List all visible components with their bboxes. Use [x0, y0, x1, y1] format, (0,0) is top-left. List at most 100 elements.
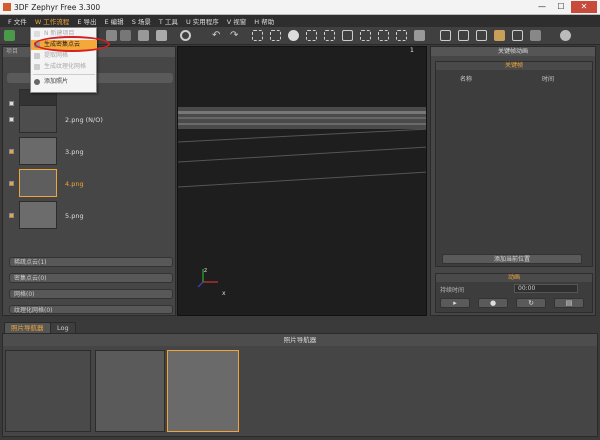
image-row-2[interactable]: 2.png (N/O) — [9, 105, 169, 135]
undo-icon[interactable]: ↶ — [212, 30, 223, 41]
ruler-icon[interactable] — [494, 30, 505, 41]
invert-selection-icon[interactable] — [288, 30, 299, 41]
animation-box: 动画 持续时间 00:00 ▸ ● ↻ ▤ — [435, 273, 593, 313]
refresh-icon[interactable] — [180, 30, 191, 41]
window-title: 3DF Zephyr Free 3.300 — [14, 2, 101, 12]
image-checkbox[interactable] — [9, 117, 14, 122]
image-thumbnail — [19, 137, 57, 165]
loop-button[interactable]: ↻ — [516, 298, 546, 308]
menu-divider — [33, 74, 95, 75]
mesh-icon[interactable] — [138, 30, 149, 41]
viewport-canvas[interactable] — [178, 47, 427, 316]
mask-icon[interactable] — [560, 30, 571, 41]
camera-icon[interactable] — [156, 30, 167, 41]
minimize-button[interactable]: — — [533, 1, 551, 13]
image-checkbox[interactable] — [9, 149, 14, 154]
menu-extract-mesh[interactable]: 提取网格 — [31, 51, 97, 61]
select-mode-icon[interactable] — [360, 30, 371, 41]
animation-header: 动画 — [436, 274, 592, 282]
keyframes-box: 关键帧 名称 时间 添加当前位置 — [435, 61, 593, 267]
grid-line — [178, 128, 426, 143]
image-thumbnail — [19, 105, 57, 133]
grid-icon[interactable] — [458, 30, 469, 41]
deselect-icon[interactable] — [324, 30, 335, 41]
cube-icon[interactable] — [106, 30, 117, 41]
keyframe-panel-title: 关键帧动画 — [431, 47, 595, 56]
menu-view[interactable]: V 视窗 — [223, 16, 251, 26]
col-time-header: 时间 — [542, 76, 555, 83]
menu-export[interactable]: E 导出 — [73, 16, 100, 26]
app-logo-icon — [3, 3, 11, 11]
select-vertex-icon[interactable] — [396, 30, 407, 41]
menu-help[interactable]: H 帮助 — [250, 16, 278, 26]
render-icon[interactable] — [530, 30, 541, 41]
menu-textured-mesh[interactable]: 生成纹理化网格 — [31, 62, 97, 72]
tab-log[interactable]: Log — [50, 322, 76, 333]
point-cloud-line — [178, 123, 426, 125]
bottom-tabs: 照片导航器 Log — [2, 322, 598, 333]
axis-z-label: z — [204, 267, 208, 274]
3d-viewport[interactable]: z x 1 — [177, 46, 427, 316]
close-button[interactable]: ✕ — [571, 1, 597, 13]
menu-file[interactable]: F 文件 — [4, 16, 31, 26]
image-name: 5.png — [65, 212, 84, 220]
image-checkbox[interactable] — [9, 213, 14, 218]
nav-thumbnail[interactable] — [95, 350, 165, 432]
select-rect-icon[interactable] — [252, 30, 263, 41]
menu-edit[interactable]: E 编辑 — [101, 16, 128, 26]
cube-solid-icon[interactable] — [120, 30, 131, 41]
nav-thumbnail[interactable] — [5, 350, 91, 432]
image-row-4[interactable]: 4.png — [9, 169, 169, 199]
nav-thumbnail-selected[interactable] — [167, 350, 239, 432]
dense-cloud-section[interactable]: 密集点云(0) — [9, 273, 173, 283]
title-bar: 3DF Zephyr Free 3.300 — ☐ ✕ — [0, 0, 600, 15]
axes-icon[interactable] — [476, 30, 487, 41]
new-project-icon[interactable] — [4, 30, 15, 41]
viewport-marker: 1 — [410, 47, 414, 54]
col-name-header: 名称 — [460, 76, 473, 83]
highlight-ring — [34, 36, 110, 52]
photo-navigator-title: 照片导航器 — [3, 334, 597, 346]
select-brush-icon[interactable] — [378, 30, 389, 41]
keyframe-panel: 关键帧动画 关键帧 名称 时间 添加当前位置 动画 持续时间 00:00 ▸ ●… — [430, 46, 596, 316]
mesh-section[interactable]: 网格(0) — [9, 289, 173, 299]
image-name: 3.png — [65, 148, 84, 156]
add-photo-icon — [34, 79, 40, 85]
zoom-icon[interactable] — [440, 30, 451, 41]
image-row-5[interactable]: 5.png — [9, 201, 169, 231]
menu-add-photos[interactable]: 添加照片 — [31, 77, 97, 87]
menu-bar: F 文件 W 工作流程 E 导出 E 编辑 S 场景 T 工具 U 实用程序 V… — [0, 15, 600, 27]
maximize-button[interactable]: ☐ — [552, 1, 570, 13]
record-button[interactable]: ● — [478, 298, 508, 308]
duration-label: 持续时间 — [440, 287, 465, 294]
textured-mesh-section[interactable]: 纹理化网格(0) — [9, 305, 173, 314]
image-thumbnail — [19, 169, 57, 197]
menu-scene[interactable]: S 场景 — [128, 16, 155, 26]
menu-tools[interactable]: T 工具 — [155, 16, 182, 26]
image-name: 4.png — [65, 180, 84, 188]
sparse-cloud-section[interactable]: 稀疏点云(1) — [9, 257, 173, 267]
point-cloud-line — [178, 111, 426, 114]
menu-utilities[interactable]: U 实用程序 — [182, 16, 223, 26]
add-current-position-button[interactable]: 添加当前位置 — [442, 254, 582, 264]
textured-mesh-icon — [34, 64, 40, 70]
play-button[interactable]: ▸ — [440, 298, 470, 308]
image-thumbnail — [19, 201, 57, 229]
duration-field[interactable]: 00:00 — [514, 284, 578, 293]
tab-photo-navigator[interactable]: 照片导航器 — [4, 322, 51, 333]
mesh-icon — [34, 53, 40, 59]
select-poly-icon[interactable] — [270, 30, 281, 41]
select-all-icon[interactable] — [306, 30, 317, 41]
settings-button[interactable]: ▤ — [554, 298, 584, 308]
menu-workflow[interactable]: W 工作流程 — [31, 16, 74, 26]
image-row-3[interactable]: 3.png — [9, 137, 169, 167]
photo-navigator-panel: 照片导航器 — [2, 333, 598, 437]
image-checkbox[interactable] — [9, 181, 14, 186]
grid-line — [178, 171, 426, 188]
measure-icon[interactable] — [512, 30, 523, 41]
point-cloud-line — [178, 117, 426, 119]
keyframes-header: 关键帧 — [436, 62, 592, 70]
hide-icon[interactable] — [414, 30, 425, 41]
redo-icon[interactable]: ↷ — [230, 30, 241, 41]
grow-selection-icon[interactable] — [342, 30, 353, 41]
